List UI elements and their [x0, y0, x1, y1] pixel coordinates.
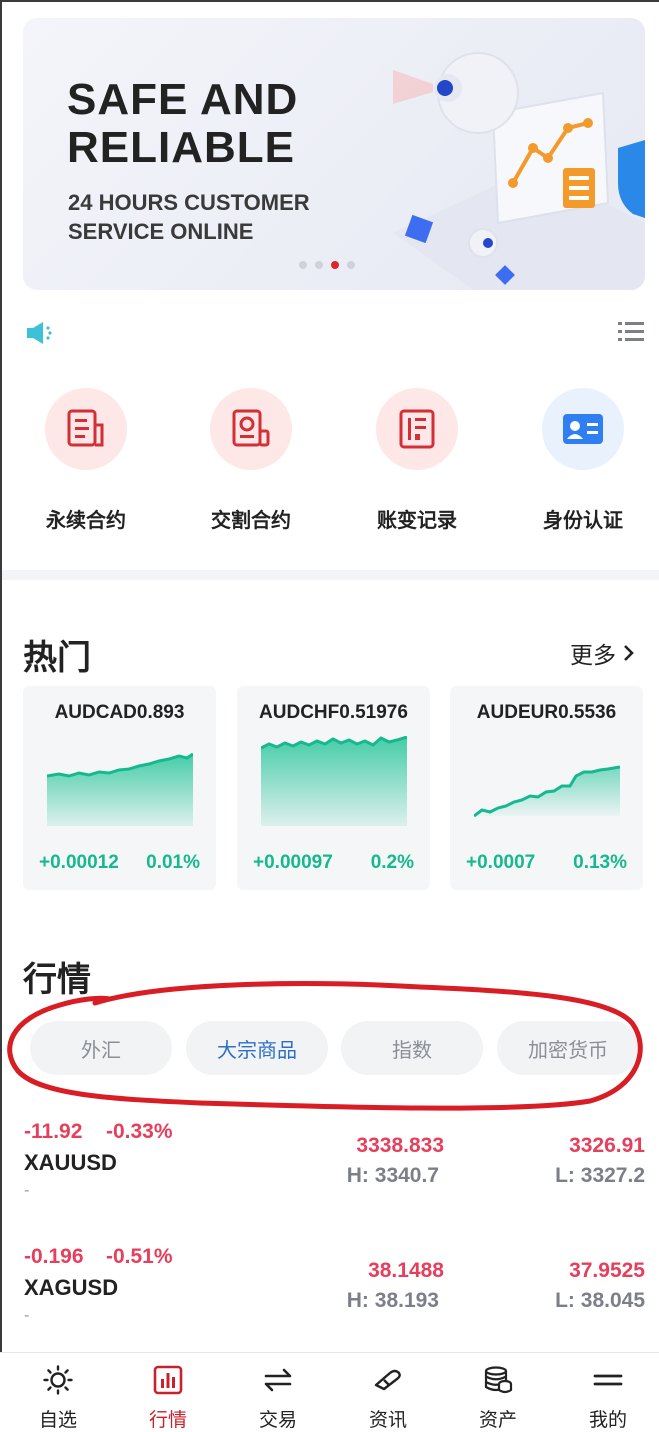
tab-crypto[interactable]: 加密货币	[497, 1021, 639, 1075]
hot-section-title: 热门	[23, 639, 91, 677]
record-icon	[399, 409, 435, 449]
row-change: -0.196	[24, 1245, 84, 1268]
banner-illustration	[393, 52, 645, 290]
sparkline-chart	[261, 736, 407, 826]
hot-card-percent: 0.2%	[370, 852, 414, 873]
more-label: 更多	[570, 642, 616, 668]
hot-card-name: AUDCAD0.893	[54, 702, 185, 723]
row-percent: -0.33%	[106, 1120, 173, 1143]
quick-entry-delivery[interactable]: 交割合约	[181, 388, 321, 538]
banner-dot[interactable]	[299, 261, 307, 269]
row-low: L: 3327.2	[555, 1164, 645, 1187]
banner-title-line2: RELIABLE	[67, 123, 295, 172]
hot-card-name: AUDEUR0.5536	[476, 702, 617, 723]
quick-entry-icon-bg	[210, 388, 292, 470]
row-symbol: XAUUSD	[24, 1150, 117, 1175]
chevron-right-icon	[624, 645, 634, 661]
nav-item-trade[interactable]: 交易	[223, 1353, 333, 1431]
quick-entry-icon-bg	[542, 388, 624, 470]
row-change: -11.92	[24, 1120, 83, 1143]
tab-indices[interactable]: 指数	[341, 1021, 483, 1075]
banner-subtitle-line2: SERVICE ONLINE	[68, 219, 254, 244]
quick-entry-label: 账变记录	[377, 510, 457, 532]
profile-icon	[593, 1374, 623, 1386]
tab-forex[interactable]: 外汇	[30, 1021, 172, 1075]
news-icon	[374, 1369, 401, 1391]
row-symbol: XAGUSD	[24, 1275, 119, 1300]
nav-item-news[interactable]: 资讯	[333, 1353, 443, 1431]
sun-icon	[43, 1365, 73, 1395]
row-percent: -0.51%	[106, 1245, 173, 1268]
nav-label: 资产	[478, 1410, 517, 1431]
banner-subtitle-line1: 24 HOURS CUSTOMER	[68, 190, 310, 215]
hot-card-change: +0.00097	[253, 852, 333, 873]
quick-entry-label: 永续合约	[46, 510, 126, 532]
nav-label: 交易	[258, 1410, 297, 1431]
quick-entry-icon-bg	[45, 388, 127, 470]
bottom-nav: 自选 行情 交易 资讯 资产 我的	[0, 1352, 659, 1431]
nav-item-profile[interactable]: 我的	[553, 1353, 659, 1431]
coins-icon	[484, 1366, 513, 1394]
banner-dot[interactable]	[347, 261, 355, 269]
quick-entry-records[interactable]: 账变记录	[347, 388, 487, 538]
row-high: H: 3340.7	[346, 1164, 439, 1187]
banner-dot-active[interactable]	[331, 261, 339, 269]
nav-label: 自选	[38, 1410, 77, 1431]
hot-card-name: AUDCHF0.51976	[259, 702, 408, 723]
quick-entry-perpetual[interactable]: 永续合约	[16, 388, 156, 538]
document-icon	[67, 409, 104, 447]
market-section-title: 行情	[23, 961, 91, 999]
swap-icon	[264, 1368, 292, 1392]
row-sub: -	[24, 1307, 30, 1324]
quick-entry-identity[interactable]: 身份认证	[513, 388, 653, 538]
hot-card-audchf[interactable]: AUDCHF0.51976 +0.00097 0.2%	[237, 686, 430, 890]
sparkline-chart	[47, 752, 193, 826]
nav-item-market[interactable]: 行情	[113, 1353, 223, 1431]
chart-icon	[153, 1365, 183, 1395]
row-high: H: 38.193	[346, 1289, 439, 1312]
window-frame-top	[0, 0, 659, 2]
nav-label: 行情	[148, 1410, 187, 1431]
hot-card-percent: 0.01%	[146, 852, 200, 873]
row-sub: -	[24, 1182, 30, 1199]
tab-commodities[interactable]: 大宗商品	[186, 1021, 328, 1075]
quick-entry-icon-bg	[376, 388, 458, 470]
hot-card-change: +0.00012	[39, 852, 119, 873]
nav-item-assets[interactable]: 资产	[443, 1353, 553, 1431]
quick-entry-label: 交割合约	[211, 510, 291, 532]
row-price: 3338.833	[356, 1134, 444, 1157]
nav-label: 资讯	[368, 1410, 407, 1431]
id-card-icon	[563, 414, 603, 444]
row-price-2: 37.9525	[569, 1259, 645, 1282]
market-row-xauusd[interactable]: -11.92 -0.33% XAUUSD - 3338.833 H: 3340.…	[0, 1120, 659, 1230]
sparkline-chart	[474, 765, 620, 818]
nav-item-watchlist[interactable]: 自选	[3, 1353, 113, 1431]
list-menu-icon[interactable]	[618, 320, 644, 344]
row-price: 38.1488	[368, 1259, 444, 1282]
quick-entry-label: 身份认证	[543, 510, 623, 532]
row-low: L: 38.045	[555, 1289, 645, 1312]
banner-title: SAFE AND RELIABLE	[67, 76, 367, 172]
section-separator	[2, 570, 659, 580]
promo-banner[interactable]: SAFE AND RELIABLE 24 HOURS CUSTOMER SERV…	[23, 18, 645, 290]
banner-title-line1: SAFE AND	[67, 75, 299, 124]
banner-pagination	[299, 261, 355, 269]
row-price-2: 3326.91	[569, 1134, 645, 1157]
hot-card-change: +0.0007	[466, 852, 536, 873]
hot-card-percent: 0.13%	[573, 852, 627, 873]
banner-dot[interactable]	[315, 261, 323, 269]
hot-card-audeur[interactable]: AUDEUR0.5536 +0.0007 0.13%	[450, 686, 643, 890]
hot-card-audcad[interactable]: AUDCAD0.893 +0.00012 0.01%	[23, 686, 216, 890]
banner-subtitle: 24 HOURS CUSTOMER SERVICE ONLINE	[68, 188, 368, 246]
contract-icon	[232, 409, 270, 447]
nav-label: 我的	[588, 1410, 627, 1431]
more-link[interactable]: 更多	[570, 636, 636, 670]
market-row-xagusd[interactable]: -0.196 -0.51% XAGUSD - 38.1488 H: 38.193…	[0, 1245, 659, 1355]
megaphone-icon[interactable]	[25, 320, 55, 346]
